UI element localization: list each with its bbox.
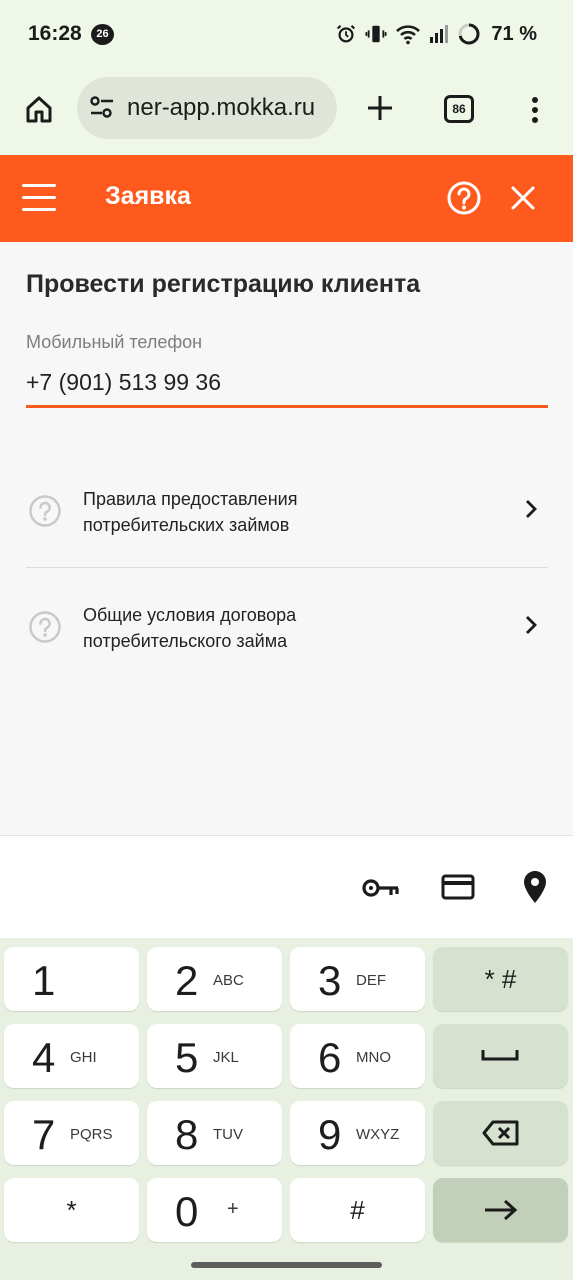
wifi-icon — [396, 25, 421, 45]
key-0[interactable]: 0 + — [147, 1178, 282, 1242]
url-text[interactable]: ner-app.mokka.ru — [127, 94, 315, 122]
browser-toolbar: ner-app.mokka.ru 86 — [0, 68, 573, 155]
key-digit: 6 — [318, 1034, 342, 1081]
more-vert-icon — [532, 97, 538, 123]
battery-level: 71 % — [491, 22, 537, 45]
key-label: * # — [484, 963, 517, 994]
key-digit: 2 — [175, 957, 199, 1004]
help-circle-icon — [29, 495, 61, 527]
site-settings-icon[interactable] — [89, 95, 115, 119]
status-icons: 71 % — [335, 20, 537, 48]
help-circle-icon — [447, 181, 481, 215]
signal-icon — [430, 25, 449, 43]
keyboard-autofill-bar — [0, 835, 573, 938]
location-pin-icon[interactable] — [523, 870, 547, 904]
space-bar-icon — [481, 1050, 519, 1061]
chevron-right-icon — [526, 616, 537, 634]
header-title: Заявка — [105, 182, 191, 210]
key-6[interactable]: 6 MNO — [290, 1024, 425, 1088]
phone-input[interactable]: +7 (901) 513 99 36 — [26, 367, 548, 408]
address-bar[interactable]: ner-app.mokka.ru — [77, 77, 337, 139]
key-space[interactable] — [433, 1024, 568, 1088]
notification-badge: 26 — [91, 24, 114, 45]
key-enter[interactable] — [433, 1178, 568, 1242]
plus-icon — [368, 96, 392, 120]
key-digit: 7 — [32, 1111, 56, 1158]
new-tab-button[interactable] — [360, 88, 400, 128]
key-9[interactable]: 9 WXYZ — [290, 1101, 425, 1165]
key-digit: 4 — [32, 1034, 56, 1081]
document-link-general-terms[interactable]: Общие условия договора потребительского … — [26, 586, 548, 666]
key-letters: + — [227, 1198, 239, 1220]
key-8[interactable]: 8 TUV — [147, 1101, 282, 1165]
document-title-line: Общие условия договора — [83, 605, 297, 625]
key-digit: 3 — [318, 957, 342, 1004]
key-letters: TUV — [213, 1126, 243, 1143]
key-digit: 8 — [175, 1111, 199, 1158]
phone-field-label: Мобильный телефон — [26, 332, 203, 352]
home-icon — [26, 96, 52, 123]
status-time: 16:28 — [28, 22, 82, 45]
key-2[interactable]: 2 ABC — [147, 947, 282, 1011]
arrow-right-icon — [485, 1199, 518, 1221]
document-title-line: Правила предоставления — [83, 489, 298, 509]
key-star[interactable]: * — [4, 1178, 139, 1242]
key-icon[interactable] — [362, 876, 400, 900]
key-letters: GHI — [70, 1049, 97, 1066]
document-title-line: потребительского займа — [83, 631, 288, 651]
browser-menu-button[interactable] — [520, 90, 550, 130]
divider — [26, 567, 548, 568]
battery-ring-icon — [458, 23, 480, 45]
key-digit: 9 — [318, 1111, 342, 1158]
document-title-line: потребительских займов — [83, 515, 290, 535]
key-4[interactable]: 4 GHI — [4, 1024, 139, 1088]
key-digit: 1 — [32, 957, 56, 1004]
key-letters: MNO — [356, 1049, 391, 1066]
key-letters: WXYZ — [356, 1126, 400, 1143]
close-icon — [511, 186, 535, 210]
key-hash[interactable]: # — [290, 1178, 425, 1242]
help-button[interactable] — [446, 180, 482, 221]
key-3[interactable]: 3 DEF — [290, 947, 425, 1011]
home-button[interactable] — [18, 88, 60, 130]
help-circle-icon — [29, 611, 61, 643]
key-letters: DEF — [356, 972, 386, 989]
key-1[interactable]: 1 — [4, 947, 139, 1011]
page-title: Провести регистрацию клиента — [26, 270, 421, 298]
status-bar: 16:28 26 71 % — [0, 0, 573, 68]
vibrate-icon — [365, 25, 387, 43]
key-letters: JKL — [213, 1049, 239, 1066]
backspace-icon — [482, 1120, 519, 1146]
key-star-hash[interactable]: * # — [433, 947, 568, 1011]
document-link-loan-rules[interactable]: Правила предоставления потребительских з… — [26, 470, 548, 550]
key-letters: PQRS — [70, 1126, 113, 1143]
key-backspace[interactable] — [433, 1101, 568, 1165]
document-link-label: Общие условия договора потребительского … — [83, 602, 296, 654]
key-digit: 5 — [175, 1034, 199, 1081]
key-digit: 0 — [175, 1188, 199, 1235]
menu-icon[interactable] — [22, 183, 56, 213]
gesture-nav-handle[interactable] — [191, 1262, 382, 1268]
key-label: * — [66, 1194, 77, 1225]
key-label: # — [350, 1194, 365, 1225]
key-letters: ABC — [213, 972, 244, 989]
alarm-icon — [337, 24, 356, 43]
chevron-right-icon — [526, 500, 537, 518]
numeric-keyboard: 1 2 ABC 3 DEF * # 4 GHI 5 JKL 6 MNO 7 PQ… — [0, 938, 573, 1280]
app-header: Заявка — [0, 155, 573, 242]
tab-switcher-button[interactable]: 86 — [444, 95, 474, 123]
credit-card-icon[interactable] — [441, 873, 475, 901]
document-link-label: Правила предоставления потребительских з… — [83, 486, 297, 538]
key-7[interactable]: 7 PQRS — [4, 1101, 139, 1165]
key-5[interactable]: 5 JKL — [147, 1024, 282, 1088]
close-button[interactable] — [508, 183, 538, 218]
